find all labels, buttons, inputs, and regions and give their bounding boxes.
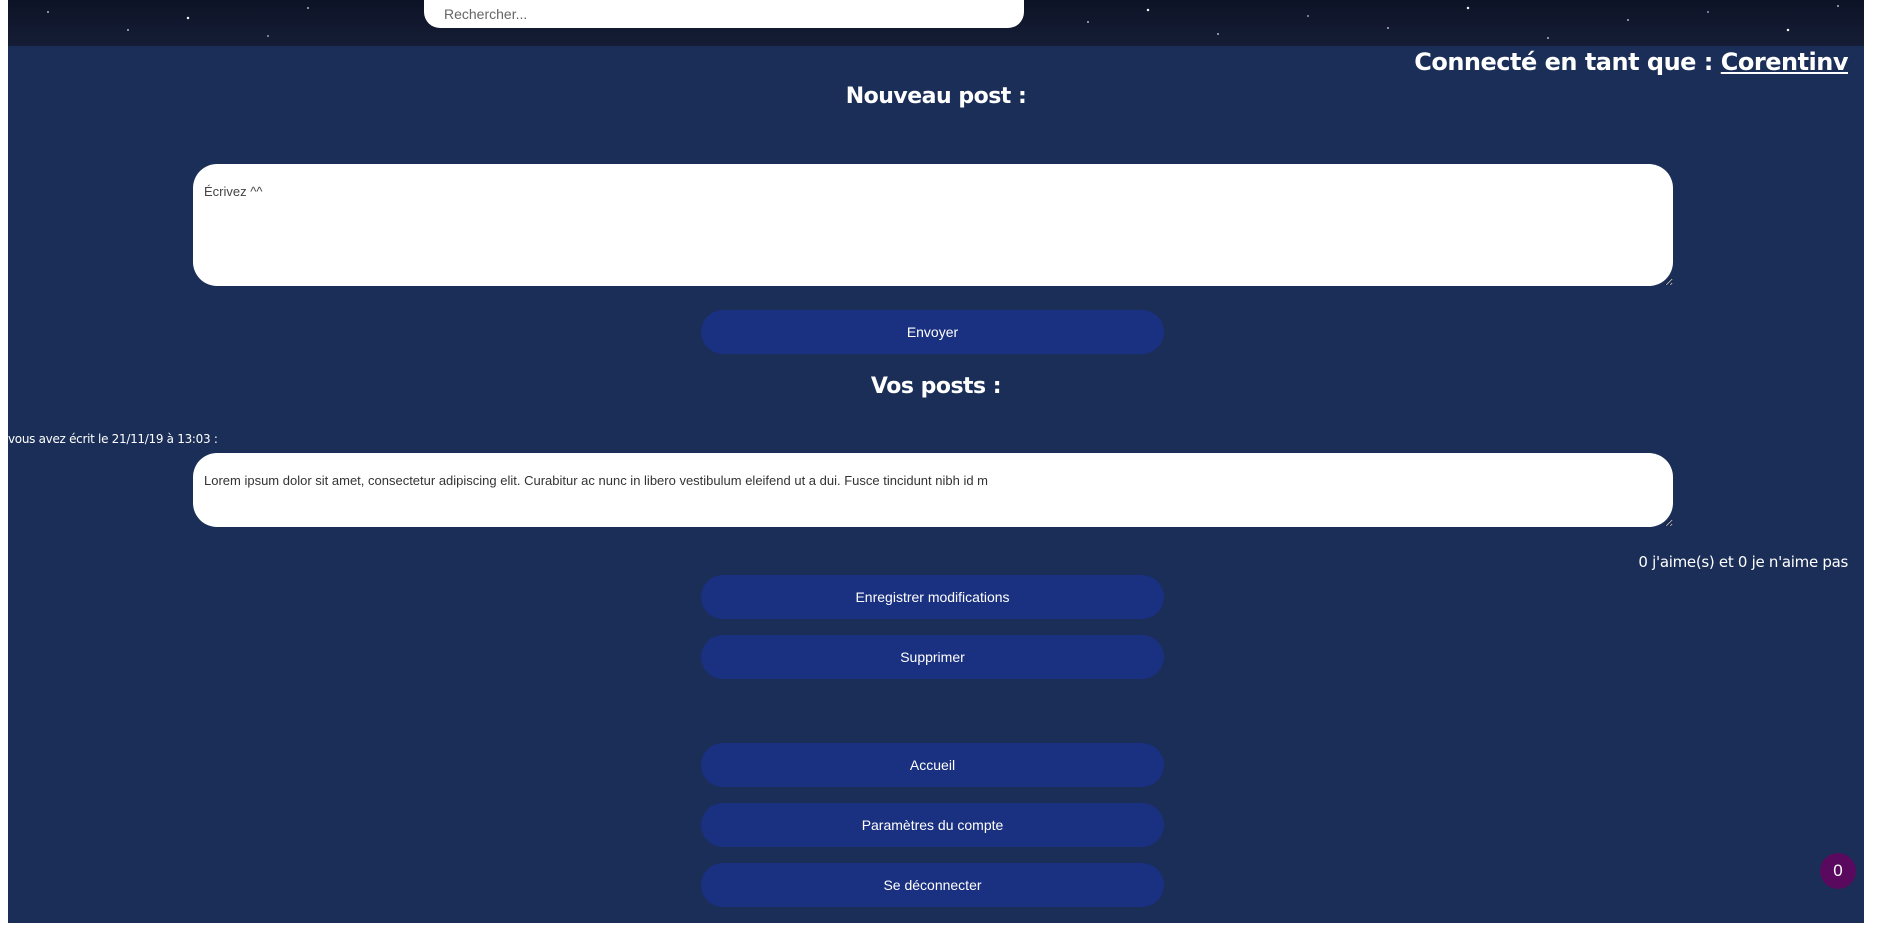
username-link[interactable]: Corentinv xyxy=(1721,48,1849,76)
new-post-textarea[interactable] xyxy=(193,164,1673,286)
new-post-title: Nouveau post : xyxy=(845,84,1027,109)
save-changes-button[interactable]: Enregistrer modifications xyxy=(701,575,1164,619)
connected-label: Connecté en tant que : xyxy=(1414,48,1721,76)
post-likes: 0 j'aime(s) et 0 je n'aime pas xyxy=(1638,553,1848,571)
send-button[interactable]: Envoyer xyxy=(701,310,1164,354)
account-settings-button[interactable]: Paramètres du compte xyxy=(701,803,1164,847)
home-button[interactable]: Accueil xyxy=(701,743,1164,787)
search-input[interactable] xyxy=(424,0,1024,28)
connected-user: Connecté en tant que : Corentinv xyxy=(1414,48,1848,76)
logout-button[interactable]: Se déconnecter xyxy=(701,863,1164,907)
post-meta: vous avez écrit le 21/11/19 à 13:03 : xyxy=(8,432,218,446)
header-banner xyxy=(8,0,1864,46)
delete-button[interactable]: Supprimer xyxy=(701,635,1164,679)
your-posts-title: Vos posts : xyxy=(870,374,1002,399)
page: Connecté en tant que : Corentinv Nouveau… xyxy=(0,0,1864,923)
notification-badge[interactable]: 0 xyxy=(1820,853,1856,889)
post-content-textarea[interactable]: Lorem ipsum dolor sit amet, consectetur … xyxy=(193,453,1673,527)
